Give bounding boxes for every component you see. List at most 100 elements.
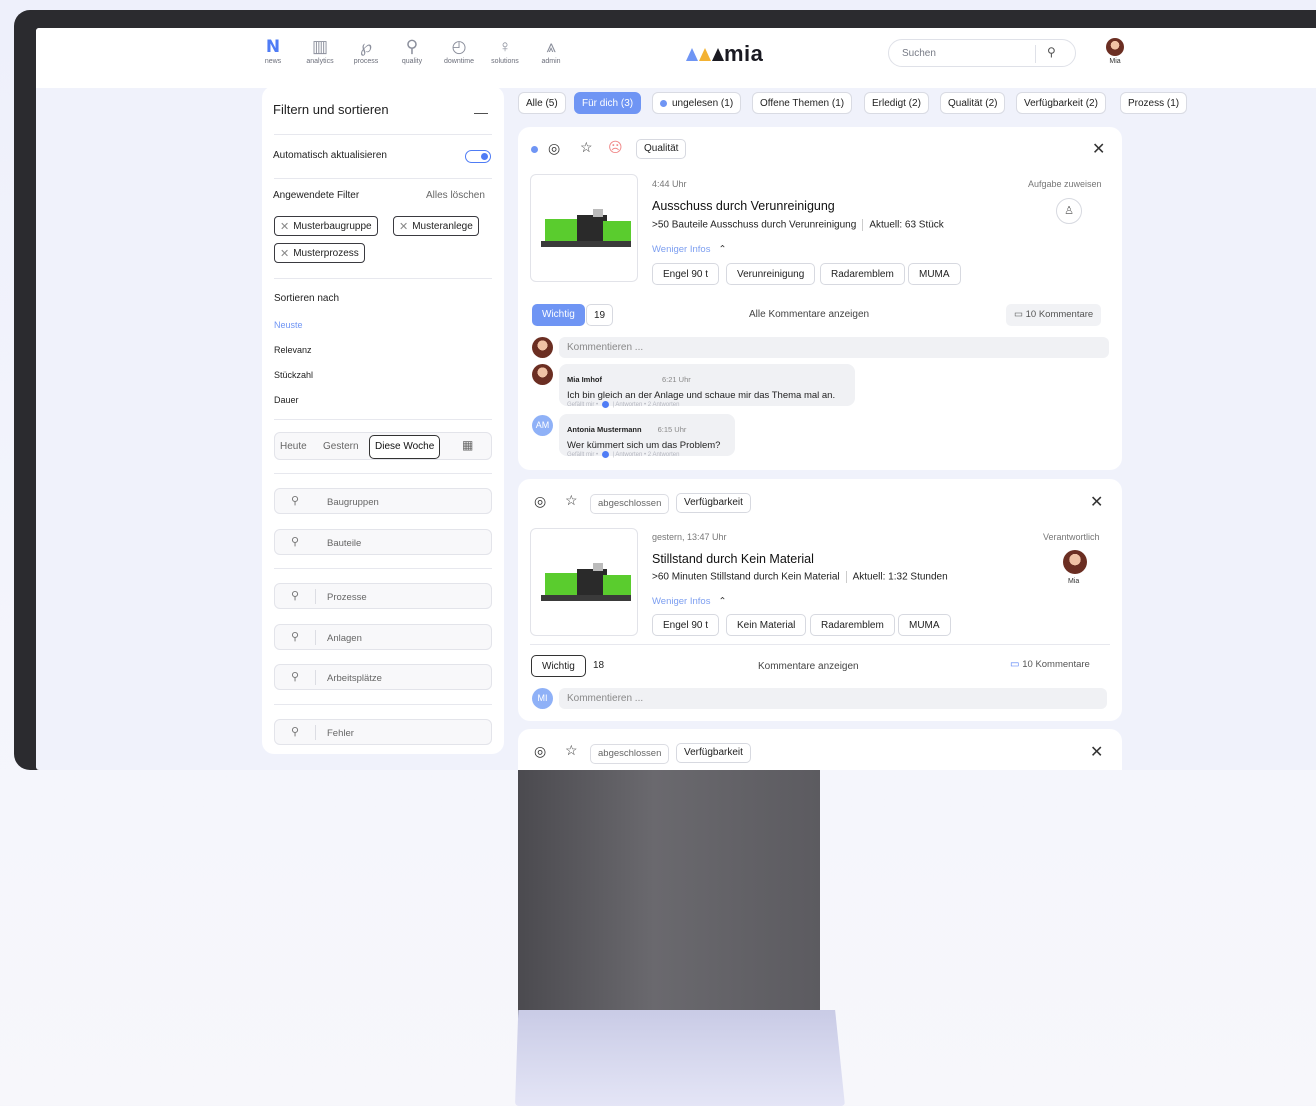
comment-actions: Gefällt mir • | Antworten • 2 Antworten [567,401,680,409]
assign-user-icon[interactable]: ♙ [1056,198,1082,224]
important-button[interactable]: Wichtig [532,304,585,326]
tag[interactable]: Verunreinigung [726,263,816,285]
field-divider [315,630,316,645]
field-divider [315,670,316,685]
star-icon[interactable]: ☆ [565,492,578,509]
tab-all[interactable]: Alle (5) [518,92,566,114]
comments-count-button[interactable]: ▭ 10 Kommentare [1010,659,1090,670]
card-summary: >50 Bauteile Ausschuss durch Verunreinig… [652,219,944,231]
nav-admin[interactable]: ⩓ admin [528,36,574,65]
tag[interactable]: Engel 90 t [652,263,720,285]
anlagen-field[interactable]: ⚲ Anlagen [274,624,492,650]
tag[interactable]: Engel 90 t [652,614,720,636]
tab-for-you[interactable]: Für dich (3) [574,92,642,114]
prozesse-field[interactable]: ⚲ Prozesse [274,583,492,609]
bauteile-field[interactable]: ⚲ Bauteile [274,529,492,555]
nav-analytics[interactable]: ▥ analytics [297,36,343,65]
tag[interactable]: MUMA [908,263,961,285]
close-icon[interactable]: ✕ [1090,742,1103,762]
filter-chip[interactable]: ✕ Musterprozess [274,243,365,263]
avatar[interactable] [1063,550,1087,574]
comment-icon: ▭ [1010,659,1023,670]
tag[interactable]: Kein Material [726,614,807,636]
important-button[interactable]: Wichtig [531,655,586,677]
user-profile[interactable]: Mia [1100,38,1130,65]
less-info-toggle[interactable]: Weniger Infos ⌃ [652,244,726,255]
hide-icon[interactable]: ◎ [534,493,546,510]
close-icon[interactable]: ✕ [280,220,289,233]
hide-icon[interactable]: ◎ [548,140,560,157]
close-icon[interactable]: ✕ [1090,492,1103,512]
less-info-label: Weniger Infos [652,596,711,607]
close-icon[interactable]: ✕ [280,247,289,260]
auto-update-toggle[interactable] [465,150,491,163]
reply-link[interactable]: Antworten [615,452,642,458]
date-today[interactable]: Heute [280,441,307,452]
show-all-comments-link[interactable]: Alle Kommentare anzeigen [749,309,869,320]
show-comments-link[interactable]: Kommentare anzeigen [758,661,859,672]
tab-unread[interactable]: ungelesen (1) [652,92,742,114]
tab-open-topics[interactable]: Offene Themen (1) [752,92,853,114]
filter-chip[interactable]: ✕ Musteranlege [393,216,479,236]
date-this-week[interactable]: Diese Woche [369,435,441,459]
sort-option-relevance[interactable]: Relevanz [274,345,312,355]
close-icon[interactable]: ✕ [399,220,408,233]
comment-input[interactable]: Kommentieren ... [559,337,1109,358]
avatar [532,364,553,385]
search-bar[interactable]: Suchen ⚲ [888,39,1076,67]
less-info-label: Weniger Infos [652,244,711,255]
tag[interactable]: MUMA [898,614,951,636]
star-icon[interactable]: ☆ [565,742,578,759]
nav-news[interactable]: Nnews [250,36,296,65]
comment-input[interactable]: Kommentieren ... [559,688,1107,709]
hide-icon[interactable]: ◎ [534,743,546,760]
sort-option-newest[interactable]: Neuste [274,320,303,330]
sort-option-duration[interactable]: Dauer [274,395,299,405]
mia-logo[interactable]: mia [686,41,763,67]
sort-option-quantity[interactable]: Stückzahl [274,370,313,380]
search-icon[interactable]: ⚲ [1047,45,1056,59]
nav-downtime[interactable]: ◴ downtime [436,36,482,65]
tab-process[interactable]: Prozess (1) [1120,92,1188,114]
assign-task-label[interactable]: Aufgabe zuweisen [1028,179,1102,189]
reply-link[interactable]: Antworten [615,402,642,408]
nav-process[interactable]: ℘ process [343,36,389,65]
nav-quality[interactable]: ⚲ quality [389,36,435,65]
nav-label: process [353,58,379,65]
tag[interactable]: Radaremblem [820,263,905,285]
date-yesterday[interactable]: Gestern [323,441,359,452]
filter-chip[interactable]: ✕ Musterbaugruppe [274,216,378,236]
collapse-icon[interactable]: — [474,104,488,120]
calendar-icon[interactable]: ▦ [462,438,473,452]
replies-link[interactable]: 2 Antworten [648,452,680,458]
arbeitsplaetze-field[interactable]: ⚲ Arbeitsplätze [274,664,492,690]
tab-done[interactable]: Erledigt (2) [864,92,929,114]
card-title: Ausschuss durch Verunreinigung [652,199,835,213]
sidebar-title: Filtern und sortieren [273,102,389,117]
tag[interactable]: Radaremblem [810,614,895,636]
like-link[interactable]: Gefällt mir [567,402,594,408]
user-name: Mia [1109,58,1121,65]
nav-solutions[interactable]: ♀ solutions [482,36,528,65]
baugruppen-field[interactable]: ⚲ Baugruppen [274,488,492,514]
comments-count-button[interactable]: ▭ 10 Kommentare [1006,304,1102,326]
like-link[interactable]: Gefällt mir [567,452,594,458]
replies-link[interactable]: 2 Antworten [648,402,680,408]
tab-quality[interactable]: Qualität (2) [940,92,1006,114]
clear-all-link[interactable]: Alles löschen [426,190,485,201]
close-icon[interactable]: ✕ [1092,139,1105,159]
solutions-icon: ♀ [498,37,512,56]
star-icon[interactable]: ☆ [580,139,593,156]
divider [274,178,492,179]
unread-dot-icon [660,99,667,107]
comment-bubble: Antonia Mustermann 6:15 Uhr Wer kümmert s… [559,414,735,456]
divider [274,473,492,474]
comment-text: Ich bin gleich an der Anlage und schaue … [567,390,836,401]
fehler-field[interactable]: ⚲ Fehler [274,719,492,745]
tab-availability[interactable]: Verfügbarkeit (2) [1016,92,1106,114]
less-info-toggle[interactable]: Weniger Infos ⌃ [652,596,726,607]
summary-text: >50 Bauteile Ausschuss durch Verunreinig… [652,219,857,231]
filter-sidebar: Filtern und sortieren — Automatisch aktu… [262,86,504,754]
divider [274,134,492,135]
tab-label: Qualität (2) [948,97,998,109]
